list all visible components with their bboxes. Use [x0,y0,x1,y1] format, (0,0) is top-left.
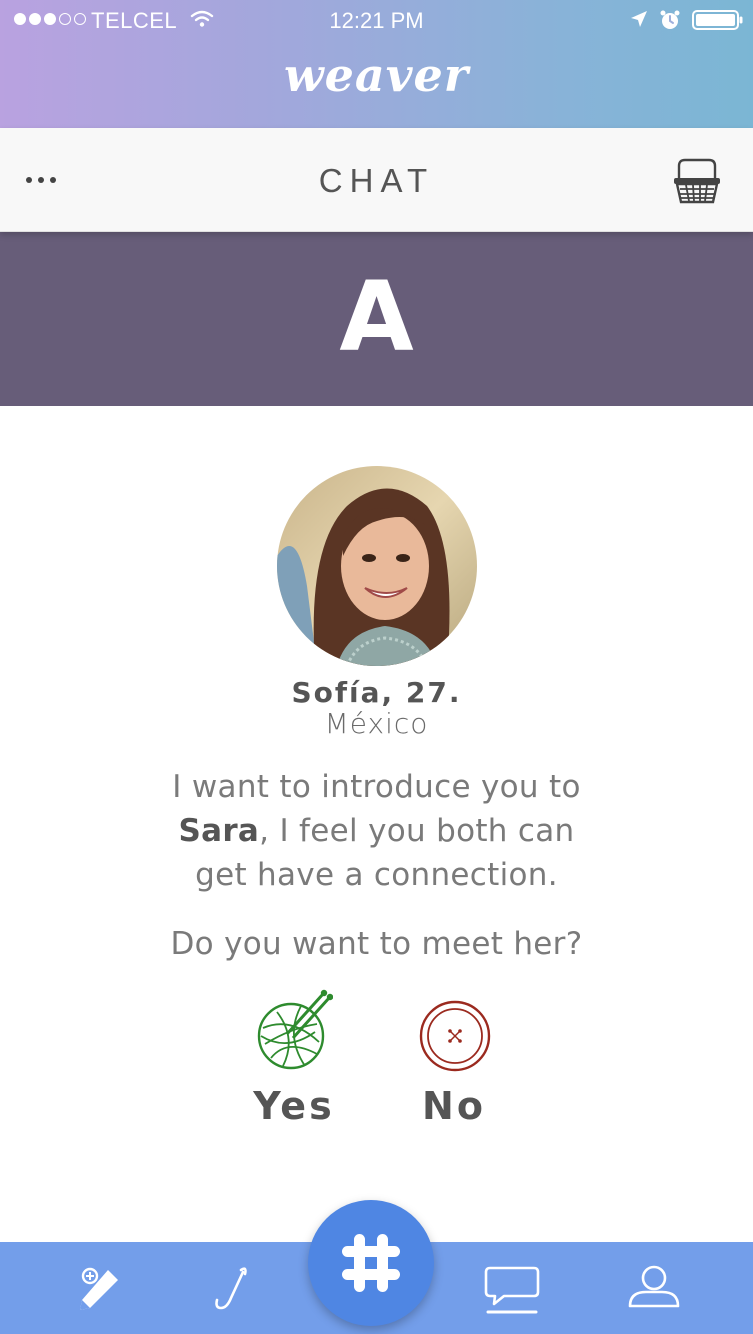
status-bar: TELCEL 12:21 PM [0,0,753,40]
profile-photo [277,466,477,666]
crochet-hook-icon [215,1267,247,1310]
intro-line-1: I want to introduce you to [172,769,581,805]
tab-chat[interactable] [482,1262,542,1318]
intro-line-2: , I feel you both can [259,813,575,849]
yes-button[interactable]: Yes [224,988,364,1138]
section-letter: A [339,261,414,373]
yarn-ball-icon [257,989,333,1070]
tab-draw[interactable] [68,1262,128,1318]
main-action-button[interactable] [308,1200,434,1326]
battery-icon [692,10,743,30]
page-title: CHAT [318,162,435,199]
location-arrow-icon [631,11,647,27]
intro-match-name: Sara [178,813,260,849]
alarm-clock-icon [660,10,680,29]
profile-name: Sofía, 27. [291,676,462,709]
screen: TELCEL 12:21 PM weaver CHAT A Sofía, 27.… [0,0,753,1334]
nav-bar: CHAT [0,128,753,232]
tab-profile[interactable] [624,1262,684,1318]
chat-bubble-icon [484,1266,540,1314]
no-button[interactable]: No [384,988,524,1138]
user-icon [628,1265,680,1308]
meet-question: Do you want to meet her? [170,926,583,962]
profile-location: México [324,707,429,740]
no-label: No [422,1084,486,1128]
yes-label: Yes [253,1084,335,1128]
brand-logo: weaver [284,48,469,102]
avatar[interactable] [277,466,477,666]
pencil-icon [80,1267,118,1310]
basket-icon[interactable] [672,158,722,206]
slack-hash-icon [342,1234,400,1292]
tab-hook[interactable] [201,1262,261,1318]
button-icon [419,1000,491,1072]
intro-line-3: get have a connection. [195,857,558,893]
intro-message: I want to introduce you to Sara, I feel … [140,765,613,897]
